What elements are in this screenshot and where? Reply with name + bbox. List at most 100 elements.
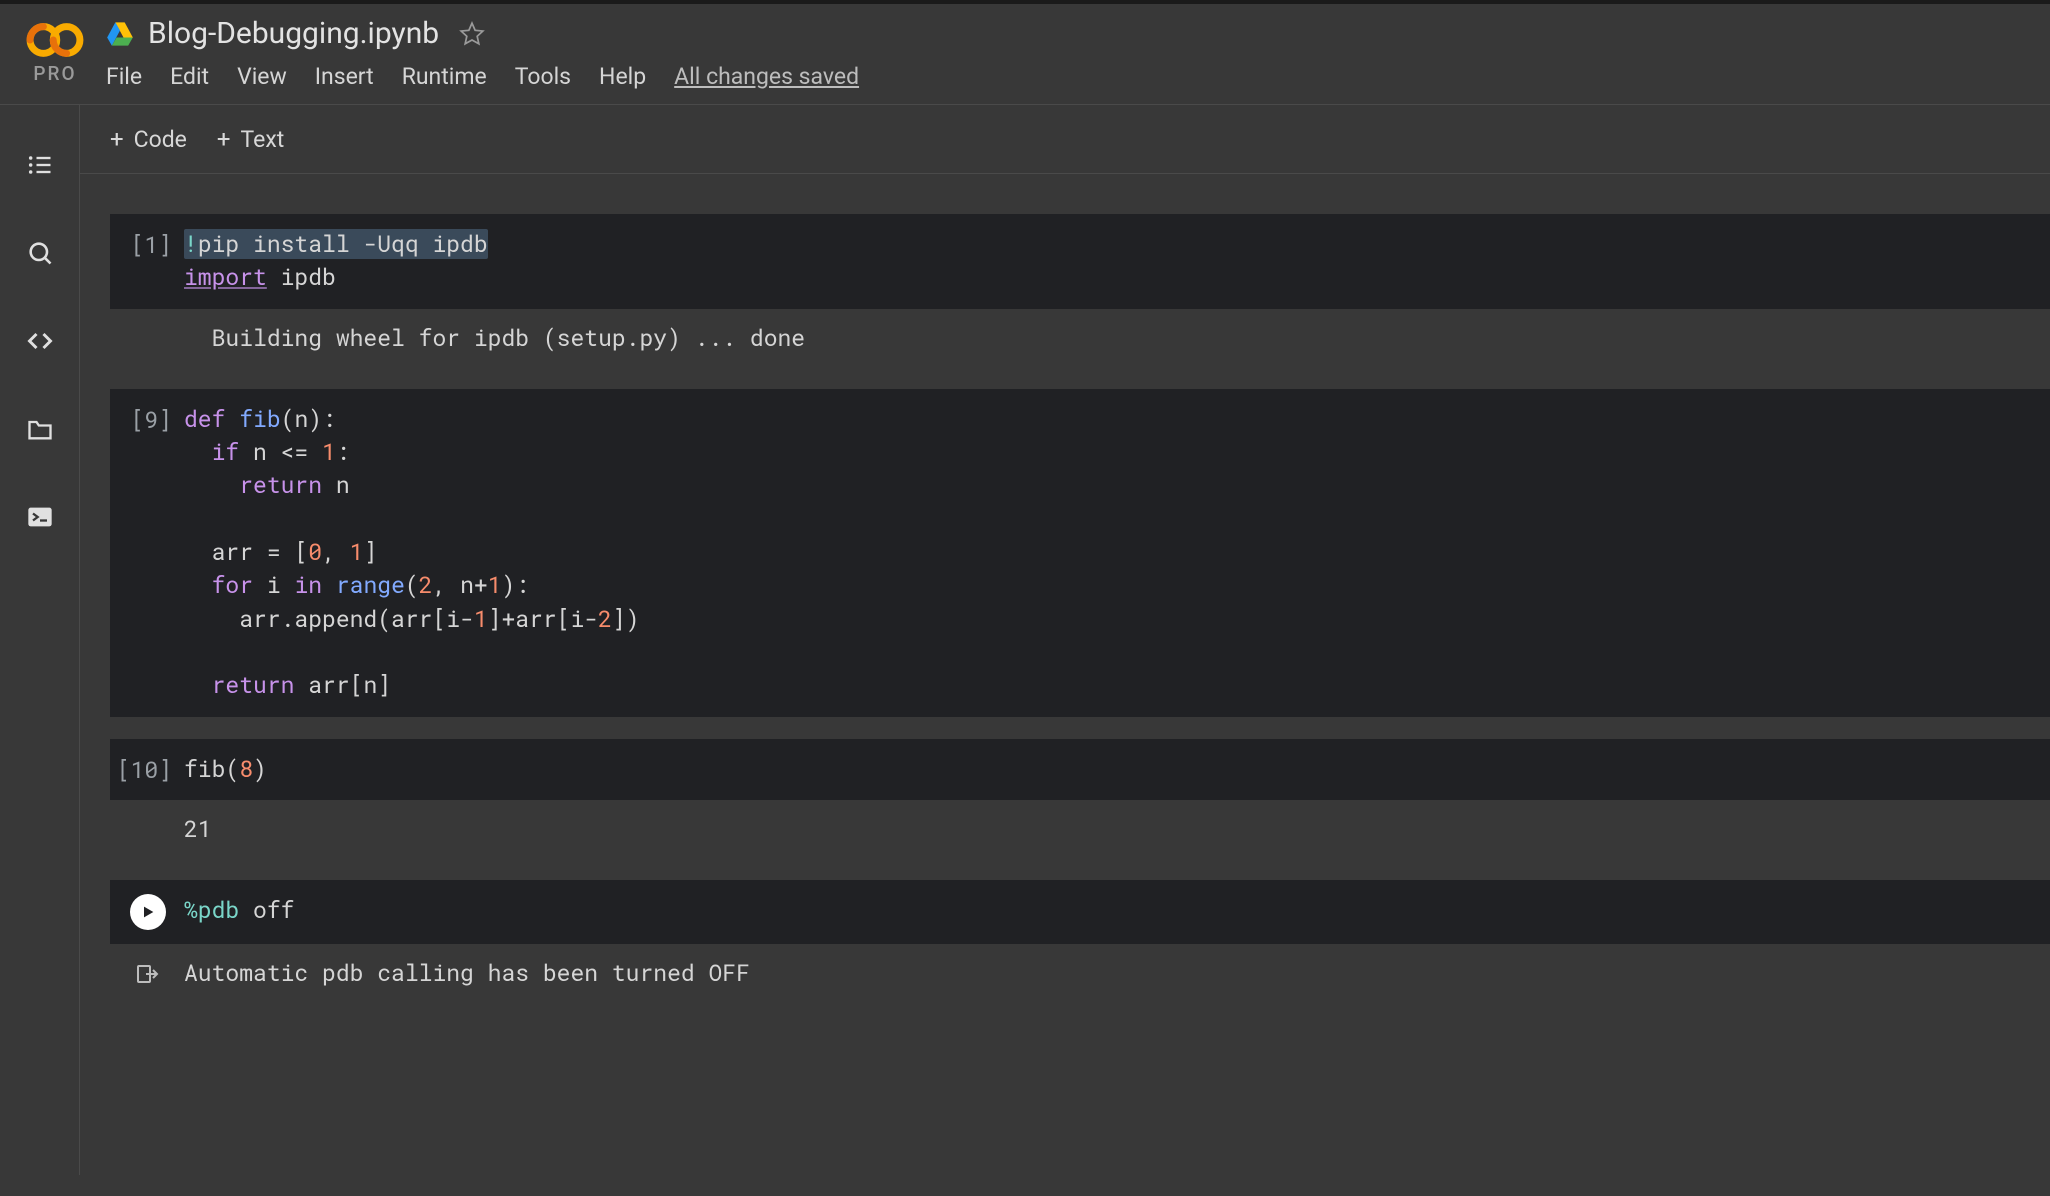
tok: if xyxy=(212,437,240,467)
tok: i xyxy=(253,570,294,600)
table-of-contents-icon[interactable] xyxy=(26,151,54,179)
tok: def xyxy=(184,404,225,434)
add-text-button[interactable]: + Text xyxy=(217,125,284,153)
tok: n <= xyxy=(239,437,322,467)
code-cell[interactable]: [9] def fib(n): if n <= 1: return n arr … xyxy=(110,389,2050,717)
logo-column: PRO xyxy=(12,14,98,85)
tok: %pdb xyxy=(184,895,239,925)
cell-output: . 21 xyxy=(110,800,2050,858)
tok: ] xyxy=(363,537,377,567)
tok: return xyxy=(239,470,322,500)
code-editor[interactable]: !pip install -Uqq ipdb import ipdb xyxy=(184,228,2034,295)
pro-label: PRO xyxy=(33,62,76,85)
colab-logo-icon[interactable] xyxy=(26,18,84,62)
menu-edit[interactable]: Edit xyxy=(170,63,209,90)
code-block[interactable]: [1] !pip install -Uqq ipdb import ipdb xyxy=(110,214,2050,309)
add-code-label: Code xyxy=(134,126,187,153)
menu-file[interactable]: File xyxy=(106,63,142,90)
add-code-button[interactable]: + Code xyxy=(110,125,187,153)
exec-count: [1] xyxy=(110,228,184,295)
header-right: Blog-Debugging.ipynb File Edit View Inse… xyxy=(98,14,2040,104)
tok: for xyxy=(212,570,253,600)
code-cell[interactable]: [1] !pip install -Uqq ipdb import ipdb .… xyxy=(110,214,2050,367)
tok: , n+ xyxy=(433,570,488,600)
tok: in xyxy=(294,570,322,600)
tok: ( xyxy=(405,570,419,600)
tok: ) xyxy=(253,754,267,784)
tok: off xyxy=(239,895,294,925)
tok: ipdb xyxy=(267,262,336,292)
tok: fib xyxy=(225,404,280,434)
cell-toolbar: + Code + Text xyxy=(80,105,2050,174)
tok: 8 xyxy=(239,754,253,784)
tok: 1 xyxy=(474,604,488,634)
code-editor[interactable]: def fib(n): if n <= 1: return n arr = [0… xyxy=(184,403,2034,703)
main: + Code + Text [1] !pip install -Uqq ipdb… xyxy=(80,105,2050,1175)
output-gutter: . xyxy=(110,814,184,846)
exec-count: [10] xyxy=(110,753,184,786)
drive-icon xyxy=(106,21,134,47)
menu-view[interactable]: View xyxy=(237,63,287,90)
code-block[interactable]: [10] fib(8) xyxy=(110,739,2050,800)
run-gutter xyxy=(110,894,184,930)
tok: 1 xyxy=(488,570,502,600)
exec-count: [9] xyxy=(110,403,184,703)
code-block[interactable]: %pdb off xyxy=(110,880,2050,944)
code-editor[interactable]: %pdb off xyxy=(184,894,2034,930)
tok: import xyxy=(184,262,267,292)
tok: 2 xyxy=(598,604,612,634)
play-icon xyxy=(140,904,156,920)
search-icon[interactable] xyxy=(26,239,54,267)
menu-help[interactable]: Help xyxy=(599,63,646,90)
terminal-icon[interactable] xyxy=(26,503,54,531)
tok: return xyxy=(212,670,295,700)
output-text: Building wheel for ipdb (setup.py) ... d… xyxy=(184,323,805,355)
header: PRO Blog-Debugging.ipynb File Edit View … xyxy=(0,4,2050,105)
tok: : xyxy=(336,437,350,467)
left-rail xyxy=(0,105,80,1175)
code-block[interactable]: [9] def fib(n): if n <= 1: return n arr … xyxy=(110,389,2050,717)
code-snippets-icon[interactable] xyxy=(26,327,54,355)
code-editor[interactable]: fib(8) xyxy=(184,753,2034,786)
code-cell[interactable]: [10] fib(8) . 21 xyxy=(110,739,2050,858)
tok: 1 xyxy=(350,537,364,567)
tok: ]) xyxy=(612,604,640,634)
output-arrow-icon[interactable] xyxy=(135,962,159,986)
files-icon[interactable] xyxy=(26,415,54,443)
tok: ! xyxy=(184,229,198,259)
tok: , xyxy=(322,537,350,567)
tok: n xyxy=(322,470,350,500)
cell-output: Automatic pdb calling has been turned OF… xyxy=(110,944,2050,1000)
menu-insert[interactable]: Insert xyxy=(315,63,374,90)
menu-bar: File Edit View Insert Runtime Tools Help… xyxy=(98,53,2040,104)
tok: arr[n] xyxy=(294,670,391,700)
tok: range xyxy=(322,570,405,600)
notebook-cells: [1] !pip install -Uqq ipdb import ipdb .… xyxy=(80,174,2050,1042)
tok: arr = [ xyxy=(184,537,308,567)
output-text: 21 xyxy=(184,814,212,846)
file-title[interactable]: Blog-Debugging.ipynb xyxy=(148,16,439,51)
save-status[interactable]: All changes saved xyxy=(674,63,859,90)
tok: ): xyxy=(502,570,530,600)
output-text: Automatic pdb calling has been turned OF… xyxy=(184,958,750,988)
tok: pip install -Uqq ipdb xyxy=(198,229,488,259)
plus-icon: + xyxy=(110,125,124,153)
tok: 0 xyxy=(308,537,322,567)
cell-output: . Building wheel for ipdb (setup.py) ...… xyxy=(110,309,2050,367)
title-row: Blog-Debugging.ipynb xyxy=(98,14,2040,53)
plus-icon: + xyxy=(217,125,231,153)
output-gutter: . xyxy=(110,323,184,355)
tok: fib( xyxy=(184,754,239,784)
tok: ]+arr[i- xyxy=(488,604,598,634)
code-cell-active[interactable]: %pdb off Automatic pdb calling has been … xyxy=(110,880,2050,1000)
tok: 1 xyxy=(322,437,336,467)
tok: (n): xyxy=(281,404,336,434)
output-gutter xyxy=(110,958,184,988)
add-text-label: Text xyxy=(241,126,285,153)
menu-runtime[interactable]: Runtime xyxy=(402,63,487,90)
menu-tools[interactable]: Tools xyxy=(515,63,571,90)
tok: 2 xyxy=(419,570,433,600)
run-cell-button[interactable] xyxy=(130,894,166,930)
body-wrap: + Code + Text [1] !pip install -Uqq ipdb… xyxy=(0,105,2050,1175)
star-icon[interactable] xyxy=(459,21,485,47)
